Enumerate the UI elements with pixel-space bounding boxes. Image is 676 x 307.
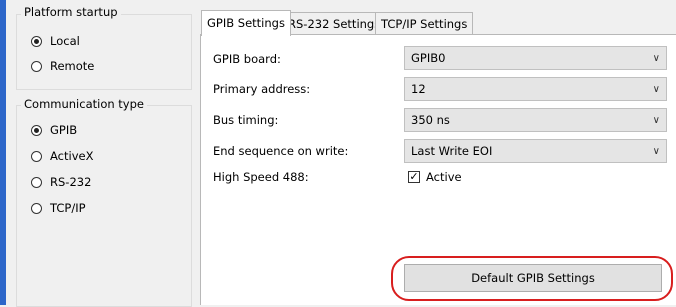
communication-type-title: Communication type (21, 97, 147, 111)
chevron-down-icon: ∨ (652, 52, 660, 64)
bus-timing-select[interactable]: 350 ns ∨ (404, 108, 667, 132)
chevron-down-icon: ∨ (652, 114, 660, 126)
primary-address-label: Primary address: (213, 82, 311, 96)
primary-address-value: 12 (411, 82, 426, 96)
high-speed-checkbox-label[interactable]: Active (426, 170, 462, 184)
bus-timing-value: 350 ns (411, 113, 450, 127)
end-sequence-value: Last Write EOI (411, 144, 493, 158)
radio-rs232-indicator[interactable] (31, 176, 42, 188)
end-sequence-select[interactable]: Last Write EOI ∨ (404, 139, 667, 163)
radio-remote-label: Remote (50, 59, 95, 73)
platform-startup-group (16, 14, 192, 90)
window-accent-bar (0, 0, 6, 305)
radio-remote[interactable]: Remote (31, 59, 94, 73)
radio-remote-indicator[interactable] (31, 60, 42, 72)
radio-rs232-label: RS-232 (50, 175, 92, 189)
radio-activex-indicator[interactable] (31, 150, 42, 162)
chevron-down-icon: ∨ (652, 145, 660, 157)
radio-rs232[interactable]: RS-232 (31, 175, 91, 189)
default-gpib-settings-button[interactable]: Default GPIB Settings (404, 264, 662, 292)
tab-tcpip-settings[interactable]: TCP/IP Settings (375, 12, 474, 34)
radio-activex[interactable]: ActiveX (31, 149, 93, 163)
primary-address-select[interactable]: 12 ∨ (404, 77, 667, 101)
radio-tcpip-indicator[interactable] (31, 202, 42, 214)
radio-gpib[interactable]: GPIB (31, 123, 77, 137)
gpib-board-select[interactable]: GPIB0 ∨ (404, 46, 667, 70)
radio-gpib-indicator[interactable] (31, 124, 42, 136)
radio-tcpip-label: TCP/IP (50, 201, 86, 215)
radio-tcpip[interactable]: TCP/IP (31, 201, 86, 215)
radio-gpib-label: GPIB (50, 123, 78, 137)
radio-local-indicator[interactable] (31, 35, 42, 47)
tab-gpib-settings[interactable]: GPIB Settings (201, 10, 291, 36)
platform-startup-title: Platform startup (21, 5, 121, 19)
end-sequence-label: End sequence on write: (213, 144, 349, 158)
gpib-board-label: GPIB board: (213, 52, 281, 66)
high-speed-label: High Speed 488: (213, 170, 309, 184)
radio-activex-label: ActiveX (50, 149, 94, 163)
high-speed-checkbox[interactable]: ✓ (408, 171, 420, 183)
gpib-board-value: GPIB0 (411, 51, 446, 65)
radio-local-label: Local (50, 34, 80, 48)
chevron-down-icon: ∨ (652, 83, 660, 95)
radio-local[interactable]: Local (31, 34, 80, 48)
checkmark-icon: ✓ (409, 170, 419, 183)
tab-rs232-settings[interactable]: RS-232 Settings (282, 12, 387, 34)
bus-timing-label: Bus timing: (213, 113, 279, 127)
